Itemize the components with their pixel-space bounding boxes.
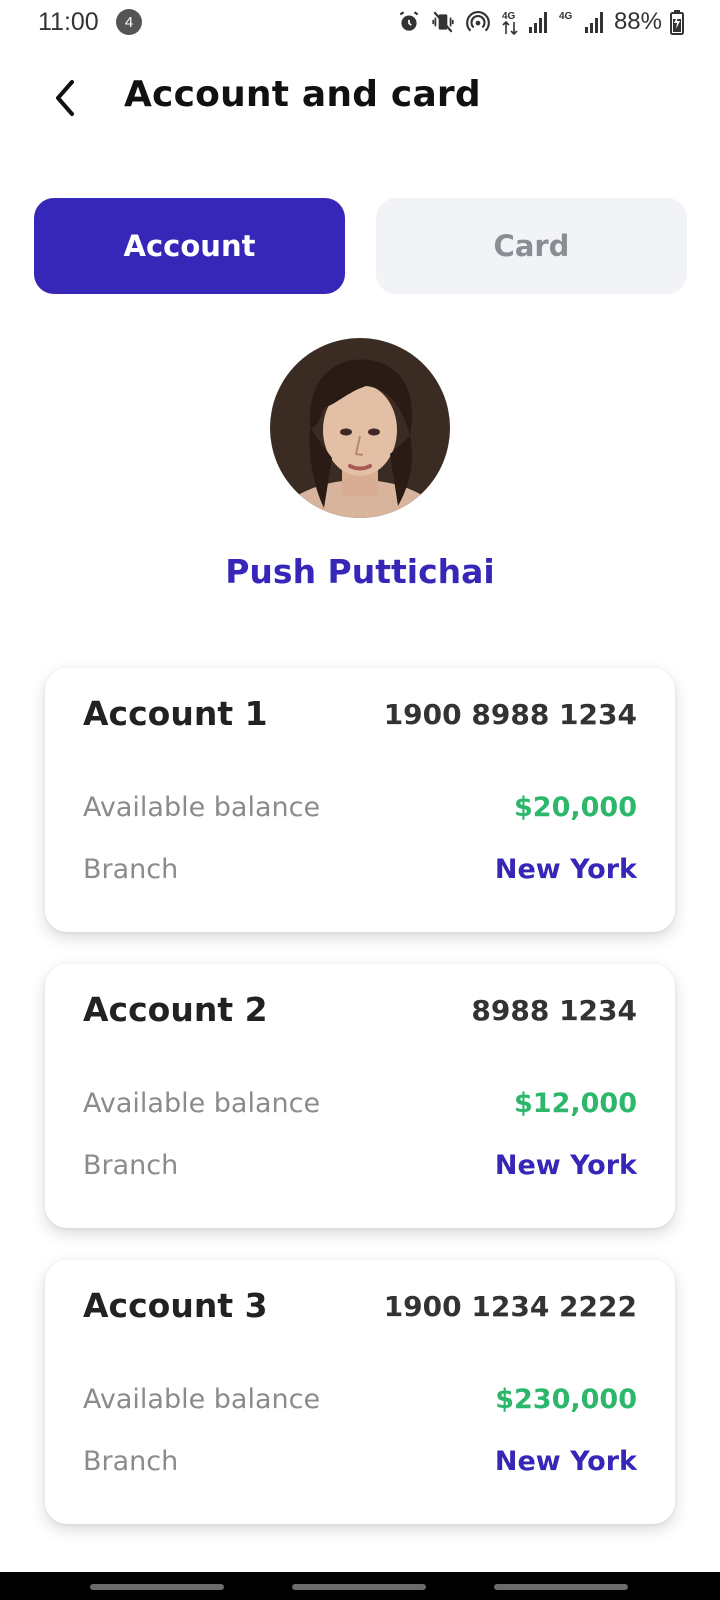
back-button[interactable] — [44, 78, 84, 122]
branch-label: Branch — [83, 854, 179, 885]
account-number: 1900 1234 2222 — [383, 1290, 637, 1323]
balance-value: $12,000 — [514, 1088, 637, 1119]
account-name: Account 2 — [83, 990, 268, 1029]
battery-charging-icon — [670, 9, 684, 35]
svg-text:4G: 4G — [559, 11, 573, 22]
status-icons: 4G 4G 88% — [396, 6, 684, 38]
avatar — [270, 338, 450, 518]
signal-icon — [584, 10, 606, 34]
balance-label: Available balance — [83, 792, 321, 823]
branch-label: Branch — [83, 1446, 179, 1477]
account-name: Account 1 — [83, 694, 268, 733]
branch-value: New York — [494, 1446, 637, 1477]
status-time: 11:00 — [38, 8, 99, 36]
status-bar: 11:00 4 4G 4G 88% — [0, 0, 720, 44]
4g-data-icon: 4G — [500, 8, 520, 36]
nav-back[interactable] — [494, 1584, 628, 1590]
tab-account[interactable]: Account — [34, 198, 345, 294]
nav-home[interactable] — [292, 1584, 426, 1590]
chevron-left-icon — [52, 78, 76, 122]
nav-recent-apps[interactable] — [90, 1584, 224, 1590]
svg-text:4G: 4G — [502, 11, 516, 22]
4g-icon: 4G — [558, 8, 576, 36]
account-card[interactable]: Account 1 1900 8988 1234 Available balan… — [45, 668, 675, 932]
alarm-icon — [396, 9, 422, 35]
tab-card[interactable]: Card — [376, 198, 687, 294]
header: Account and card — [0, 60, 720, 140]
tab-bar: Account Card — [34, 198, 687, 294]
branch-value: New York — [494, 1150, 637, 1181]
battery-percentage: 88% — [613, 8, 662, 35]
notification-count-badge: 4 — [116, 9, 142, 35]
account-list: Account 1 1900 8988 1234 Available balan… — [45, 668, 675, 1556]
account-card[interactable]: Account 3 1900 1234 2222 Available balan… — [45, 1260, 675, 1524]
branch-value: New York — [494, 854, 637, 885]
account-card[interactable]: Account 2 8988 1234 Available balance $1… — [45, 964, 675, 1228]
balance-value: $230,000 — [495, 1384, 637, 1415]
balance-label: Available balance — [83, 1088, 321, 1119]
branch-label: Branch — [83, 1150, 179, 1181]
account-number: 1900 8988 1234 — [383, 698, 637, 731]
account-number: 8988 1234 — [471, 994, 637, 1027]
page-title: Account and card — [124, 74, 481, 115]
vibrate-off-icon — [430, 9, 456, 35]
balance-value: $20,000 — [514, 792, 637, 823]
profile-name: Push Puttichai — [225, 552, 495, 591]
account-name: Account 3 — [83, 1286, 268, 1325]
hotspot-icon — [464, 9, 492, 35]
system-nav-bar — [0, 1572, 720, 1600]
balance-label: Available balance — [83, 1384, 321, 1415]
account-and-card-screen: 11:00 4 4G 4G 88% Account and card Accou… — [0, 0, 720, 1600]
signal-icon — [528, 10, 550, 34]
